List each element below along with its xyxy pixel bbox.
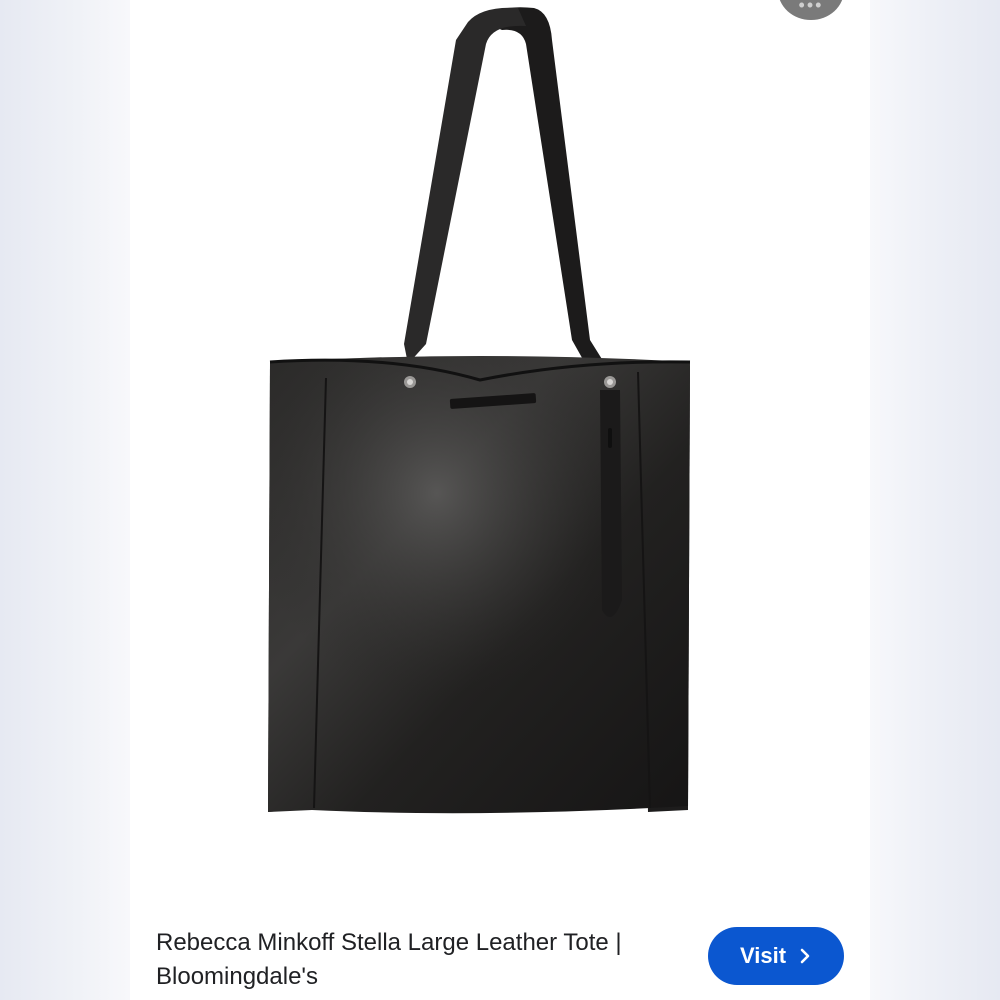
product-image[interactable] (230, 0, 750, 860)
left-backdrop (0, 0, 130, 1000)
strap-tab (600, 390, 622, 618)
visit-label: Visit (739, 943, 787, 968)
chevron-right-icon (798, 947, 812, 965)
strap-front (404, 7, 526, 365)
strap-back (478, 7, 610, 372)
more-horizontal-icon: ••• (798, 0, 824, 15)
right-backdrop (870, 0, 1000, 1000)
result-title[interactable]: Rebecca Minkoff Stella Large Leather Tot… (156, 926, 676, 994)
visit-button[interactable]: Visit (708, 927, 844, 985)
